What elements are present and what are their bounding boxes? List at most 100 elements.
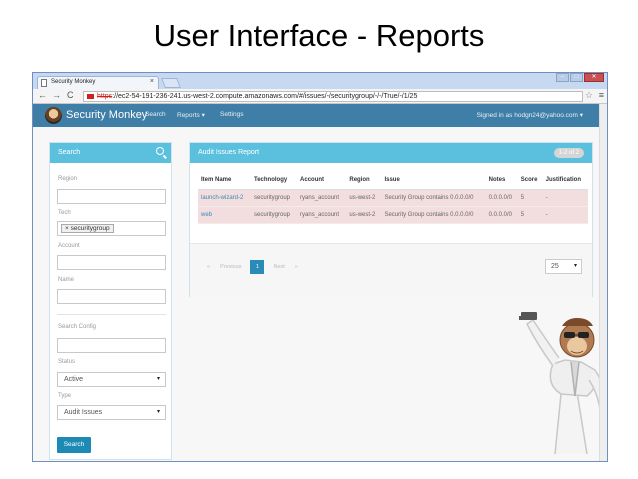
- tab-bar: Security Monkey × – □ ✕: [33, 73, 607, 89]
- browser-window: Security Monkey × – □ ✕ ← → C https://ec…: [32, 72, 608, 462]
- pager-page-1[interactable]: 1: [250, 260, 265, 274]
- page-icon: [41, 79, 47, 87]
- col-issue[interactable]: Issue: [381, 171, 486, 190]
- bookmark-star-icon[interactable]: ☆: [585, 90, 593, 101]
- pagination: « Previous 1 Next »: [202, 260, 303, 274]
- issues-table: Item Name Technology Account Region Issu…: [198, 171, 588, 224]
- table-cell: us-west-2: [346, 189, 382, 207]
- nav-search[interactable]: Search: [145, 111, 166, 118]
- table-cell: 0.0.0.0/0: [485, 206, 518, 224]
- col-region[interactable]: Region: [346, 171, 382, 190]
- item-name-cell[interactable]: launch-wizard-2: [198, 189, 251, 207]
- type-label: Type: [58, 393, 72, 399]
- table-cell: ryans_account: [297, 206, 347, 224]
- table-cell: 5: [517, 206, 543, 224]
- pager-previous[interactable]: Previous: [215, 260, 246, 274]
- name-input[interactable]: [57, 289, 166, 304]
- type-select[interactable]: Audit Issues ▾: [57, 405, 166, 420]
- divider: [57, 314, 166, 315]
- table-row: web securitygroup ryans_account us-west-…: [198, 206, 588, 224]
- col-justification[interactable]: Justification: [542, 171, 588, 190]
- url-text: ://ec2-54-191-236-241.us-west-2.compute.…: [112, 93, 418, 100]
- pager-last[interactable]: »: [290, 260, 303, 274]
- minimize-button[interactable]: –: [556, 73, 569, 82]
- region-input[interactable]: [57, 189, 166, 204]
- search-panel-header: Search: [50, 143, 171, 163]
- browser-menu-icon[interactable]: ≡: [599, 90, 604, 100]
- report-panel: Audit Issues Report 1-2 of 2 Item Name T…: [189, 142, 593, 297]
- status-label: Status: [58, 359, 76, 365]
- region-label: Region: [58, 176, 78, 182]
- col-account[interactable]: Account: [297, 171, 347, 190]
- status-select[interactable]: Active ▾: [57, 372, 166, 387]
- back-icon[interactable]: ←: [38, 90, 47, 100]
- forward-icon[interactable]: →: [52, 90, 61, 100]
- chevron-down-icon: ▾: [156, 376, 160, 382]
- close-window-button[interactable]: ✕: [584, 73, 604, 82]
- item-link[interactable]: web: [201, 212, 212, 218]
- table-cell: ryans_account: [297, 189, 347, 207]
- table-cell: Security Group contains 0.0.0.0/0: [381, 189, 486, 207]
- nav-settings[interactable]: Settings: [220, 111, 244, 118]
- reload-icon[interactable]: C: [67, 90, 74, 100]
- window-controls: – □ ✕: [555, 73, 604, 82]
- brand-link[interactable]: Security Monkey: [66, 109, 147, 121]
- monkey-logo-icon: [45, 107, 62, 124]
- account-input[interactable]: [57, 255, 166, 270]
- search-icon[interactable]: [156, 147, 164, 155]
- col-technology[interactable]: Technology: [250, 171, 298, 190]
- new-tab-button[interactable]: [161, 78, 181, 88]
- search-panel-title: Search: [58, 149, 81, 156]
- slide-title: User Interface - Reports: [153, 18, 485, 53]
- user-menu[interactable]: Signed in as hodgn24@yahoo.com ▾: [477, 111, 583, 119]
- item-link[interactable]: launch-wizard-2: [201, 195, 243, 201]
- chevron-down-icon: ▾: [573, 263, 577, 269]
- col-notes[interactable]: Notes: [485, 171, 518, 190]
- table-cell: us-west-2: [346, 206, 382, 224]
- table-cell: securitygroup: [250, 189, 298, 207]
- type-value: Audit Issues: [64, 409, 103, 416]
- per-page-value: 25: [551, 263, 559, 270]
- search-button[interactable]: Search: [57, 437, 91, 453]
- search-config-label: Search Config: [58, 324, 97, 330]
- nav-reports[interactable]: Reports ▾: [177, 111, 205, 119]
- monkey-mascot-illustration: [519, 312, 607, 455]
- per-page-select[interactable]: 25 ▾: [545, 259, 582, 274]
- col-score[interactable]: Score: [517, 171, 543, 190]
- url-scheme: https: [97, 93, 113, 100]
- tech-label: Tech: [58, 210, 71, 216]
- app-navbar: Security Monkey Search Reports ▾ Setting…: [33, 104, 601, 127]
- tech-input[interactable]: × securitygroup: [57, 221, 166, 236]
- col-item-name[interactable]: Item Name: [198, 171, 251, 190]
- page-scrollbar[interactable]: [599, 104, 607, 461]
- page-content: Security Monkey Search Reports ▾ Setting…: [33, 104, 607, 461]
- report-panel-header: Audit Issues Report 1-2 of 2: [190, 143, 592, 163]
- browser-toolbar: ← → C https://ec2-54-191-236-241.us-west…: [33, 89, 607, 104]
- tab-title: Security Monkey: [51, 79, 96, 85]
- pager-first[interactable]: «: [202, 260, 215, 274]
- table-header-row: Item Name Technology Account Region Issu…: [198, 171, 588, 190]
- lock-icon: [87, 94, 94, 99]
- account-label: Account: [58, 243, 80, 249]
- table-cell: -: [542, 206, 588, 224]
- table-cell: securitygroup: [250, 206, 298, 224]
- pager-next[interactable]: Next: [268, 260, 289, 274]
- search-config-input[interactable]: [57, 338, 166, 353]
- table-cell: -: [542, 189, 588, 207]
- search-panel: Search Region Tech × securitygroup Accou…: [49, 142, 172, 460]
- browser-tab[interactable]: Security Monkey ×: [37, 76, 159, 89]
- item-name-cell[interactable]: web: [198, 206, 251, 224]
- status-value: Active: [64, 376, 84, 383]
- table-cell: 0.0.0.0/0: [485, 189, 518, 207]
- maximize-button[interactable]: □: [570, 73, 583, 82]
- tech-tag[interactable]: × securitygroup: [61, 224, 114, 233]
- report-title: Audit Issues Report: [198, 149, 260, 156]
- pager-area: « Previous 1 Next » 25 ▾: [190, 243, 592, 297]
- name-label: Name: [58, 277, 75, 283]
- count-badge: 1-2 of 2: [553, 148, 584, 158]
- table-cell: 5: [517, 189, 543, 207]
- tab-close-icon[interactable]: ×: [150, 78, 154, 85]
- address-bar[interactable]: https://ec2-54-191-236-241.us-west-2.com…: [83, 91, 583, 102]
- table-row: launch-wizard-2 securitygroup ryans_acco…: [198, 189, 588, 207]
- table-cell: Security Group contains 0.0.0.0/0: [381, 206, 486, 224]
